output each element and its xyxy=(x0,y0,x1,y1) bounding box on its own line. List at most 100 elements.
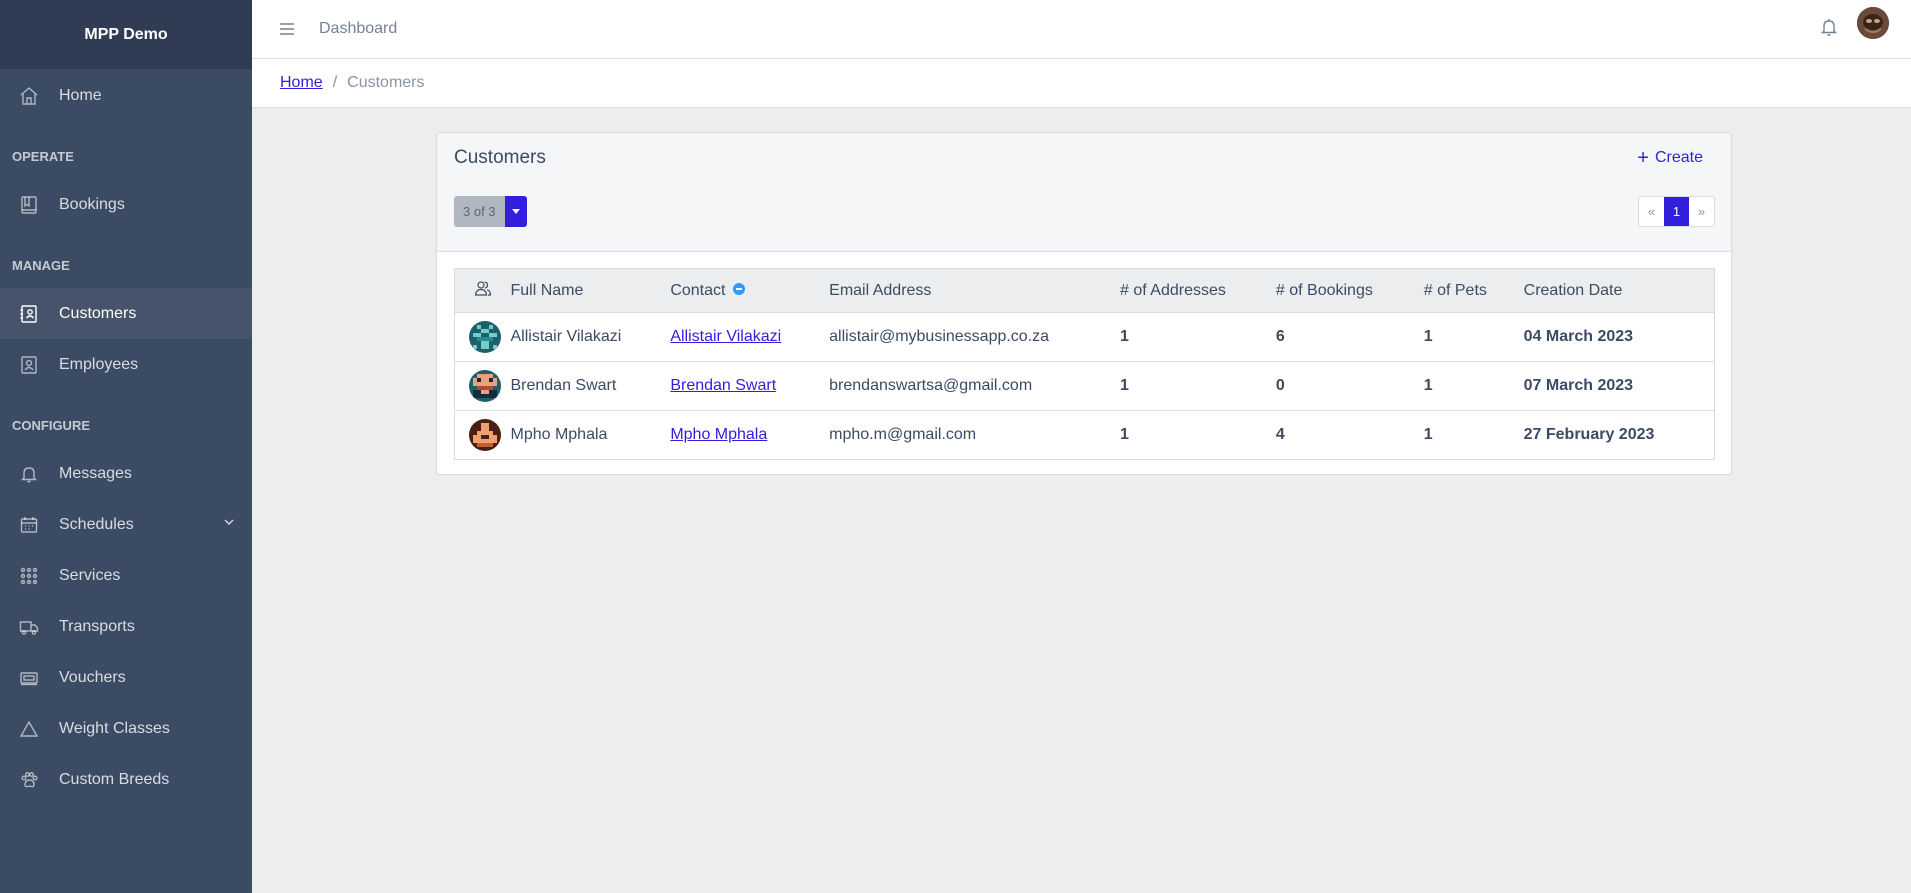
addresses-count-cell: 1 xyxy=(1120,361,1276,411)
caret-down-icon[interactable] xyxy=(504,196,527,227)
truck-icon xyxy=(17,615,41,639)
contact-link[interactable]: Mpho Mphala xyxy=(670,426,767,443)
breadcrumb-separator: / xyxy=(332,74,338,91)
customer-avatar xyxy=(469,370,501,402)
sidebar-item-home[interactable]: Home xyxy=(0,70,252,121)
create-button[interactable]: + Create xyxy=(1637,147,1703,169)
addresses-count-cell: 1 xyxy=(1120,312,1276,362)
sidebar-item-bookings[interactable]: Bookings xyxy=(0,179,252,230)
column-header-full-name[interactable]: Full Name xyxy=(510,268,671,313)
plus-icon: + xyxy=(1637,147,1649,169)
sidebar-item-label: Employees xyxy=(59,355,139,373)
calendar-icon xyxy=(17,513,41,537)
hamburger-menu-icon[interactable] xyxy=(277,19,297,39)
bell-icon xyxy=(17,462,41,486)
badge-icon xyxy=(17,353,41,377)
sidebar-item-weight-classes[interactable]: Weight Classes xyxy=(0,703,252,754)
full-name-cell: Brendan Swart xyxy=(510,361,671,411)
sidebar-item-label: Custom Breeds xyxy=(59,770,170,788)
paw-icon xyxy=(17,768,41,792)
creation-date-cell: 27 February 2023 xyxy=(1523,410,1715,460)
sidebar-item-messages[interactable]: Messages xyxy=(0,448,252,499)
pets-count-cell: 1 xyxy=(1423,361,1524,411)
column-header-contact[interactable]: Contact xyxy=(670,268,830,313)
info-icon xyxy=(732,283,745,296)
brand[interactable]: MPP Demo xyxy=(0,0,252,69)
notification-bell-icon[interactable] xyxy=(1819,16,1839,38)
pets-count-cell: 1 xyxy=(1423,312,1524,362)
email-cell: mpho.m@gmail.com xyxy=(829,410,1121,460)
sidebar-item-vouchers[interactable]: Vouchers xyxy=(0,652,252,703)
column-header-pets[interactable]: # of Pets xyxy=(1423,268,1524,313)
contact-link[interactable]: Brendan Swart xyxy=(670,377,776,394)
avatar-cell xyxy=(454,410,511,460)
contact-cell: Mpho Mphala xyxy=(670,410,830,460)
avatar-cell xyxy=(454,361,511,411)
sidebar-item-transports[interactable]: Transports xyxy=(0,601,252,652)
avatar-column-header xyxy=(454,268,511,313)
users-icon xyxy=(474,281,492,301)
column-header-addresses[interactable]: # of Addresses xyxy=(1120,268,1276,313)
pagination-page-button[interactable]: 1 xyxy=(1664,197,1689,226)
bookings-count-cell: 4 xyxy=(1275,410,1424,460)
card-header: Customers + Create 3 of 3 « 1 » xyxy=(437,133,1731,252)
sidebar-item-employees[interactable]: Employees xyxy=(0,339,252,390)
sidebar-item-label: Weight Classes xyxy=(59,719,170,737)
column-header-email[interactable]: Email Address xyxy=(829,268,1121,313)
breadcrumb-current: Customers xyxy=(347,74,425,91)
sidebar-item-label: Services xyxy=(59,566,121,584)
page-size-dropdown[interactable]: 3 of 3 xyxy=(454,196,527,227)
sidebar-item-custom-breeds[interactable]: Custom Breeds xyxy=(0,754,252,805)
breadcrumb-home-link[interactable]: Home xyxy=(280,74,323,92)
chevron-down-icon xyxy=(222,515,236,534)
sidebar-item-label: Bookings xyxy=(59,195,125,213)
table-row[interactable]: Brendan Swart Brendan Swart brendanswart… xyxy=(454,361,1715,411)
bookings-count-cell: 0 xyxy=(1275,361,1424,411)
column-header-bookings[interactable]: # of Bookings xyxy=(1275,268,1424,313)
column-header-contact-label: Contact xyxy=(670,281,726,299)
sidebar-item-label: Transports xyxy=(59,617,135,635)
contact-cell: Brendan Swart xyxy=(670,361,830,411)
sidebar: MPP Demo Home OPERATE Bookings MANAGE Cu… xyxy=(0,0,252,893)
column-header-creation-date[interactable]: Creation Date xyxy=(1523,268,1715,313)
pagination-next-button[interactable]: » xyxy=(1689,197,1714,226)
nav-section-manage: MANAGE xyxy=(12,258,70,273)
create-button-label: Create xyxy=(1654,149,1703,166)
sidebar-item-label: Vouchers xyxy=(59,668,126,686)
user-avatar[interactable] xyxy=(1857,7,1889,39)
money-icon xyxy=(17,666,41,690)
sidebar-item-services[interactable]: Services xyxy=(0,550,252,601)
creation-date-cell: 07 March 2023 xyxy=(1523,361,1715,411)
pagination: « 1 » xyxy=(1638,196,1715,227)
nav-section-operate: OPERATE xyxy=(12,149,74,164)
contact-cell: Allistair Vilakazi xyxy=(670,312,830,362)
sidebar-item-label: Home xyxy=(59,86,102,104)
email-cell: allistair@mybusinessapp.co.za xyxy=(829,312,1121,362)
book-icon xyxy=(17,193,41,217)
customer-avatar xyxy=(469,321,501,353)
table-row[interactable]: Mpho Mphala Mpho Mphala mpho.m@gmail.com… xyxy=(454,410,1715,460)
customers-card: Customers + Create 3 of 3 « 1 » Full Nam… xyxy=(436,132,1732,475)
contact-link[interactable]: Allistair Vilakazi xyxy=(670,328,781,345)
table-row[interactable]: Allistair Vilakazi Allistair Vilakazi al… xyxy=(454,312,1715,362)
page-size-value: 3 of 3 xyxy=(454,196,505,227)
top-header: Dashboard xyxy=(252,0,1911,59)
email-cell: brendanswartsa@gmail.com xyxy=(829,361,1121,411)
sidebar-item-schedules[interactable]: Schedules xyxy=(0,499,252,550)
triangle-icon xyxy=(17,717,41,741)
avatar-cell xyxy=(454,312,511,362)
table-header-row: Full Name Contact Email Address # of Add… xyxy=(454,268,1715,313)
header-dashboard-link[interactable]: Dashboard xyxy=(319,20,397,38)
sidebar-item-label: Customers xyxy=(59,304,137,322)
sidebar-item-customers[interactable]: Customers xyxy=(0,288,252,339)
full-name-cell: Mpho Mphala xyxy=(510,410,671,460)
sidebar-item-label: Messages xyxy=(59,464,132,482)
pets-count-cell: 1 xyxy=(1423,410,1524,460)
pagination-prev-button[interactable]: « xyxy=(1639,197,1664,226)
sidebar-item-label: Schedules xyxy=(59,515,134,533)
full-name-cell: Allistair Vilakazi xyxy=(510,312,671,362)
customer-avatar xyxy=(469,419,501,451)
customers-table: Full Name Contact Email Address # of Add… xyxy=(454,268,1715,460)
page-title: Customers xyxy=(454,147,546,168)
bookings-count-cell: 6 xyxy=(1275,312,1424,362)
